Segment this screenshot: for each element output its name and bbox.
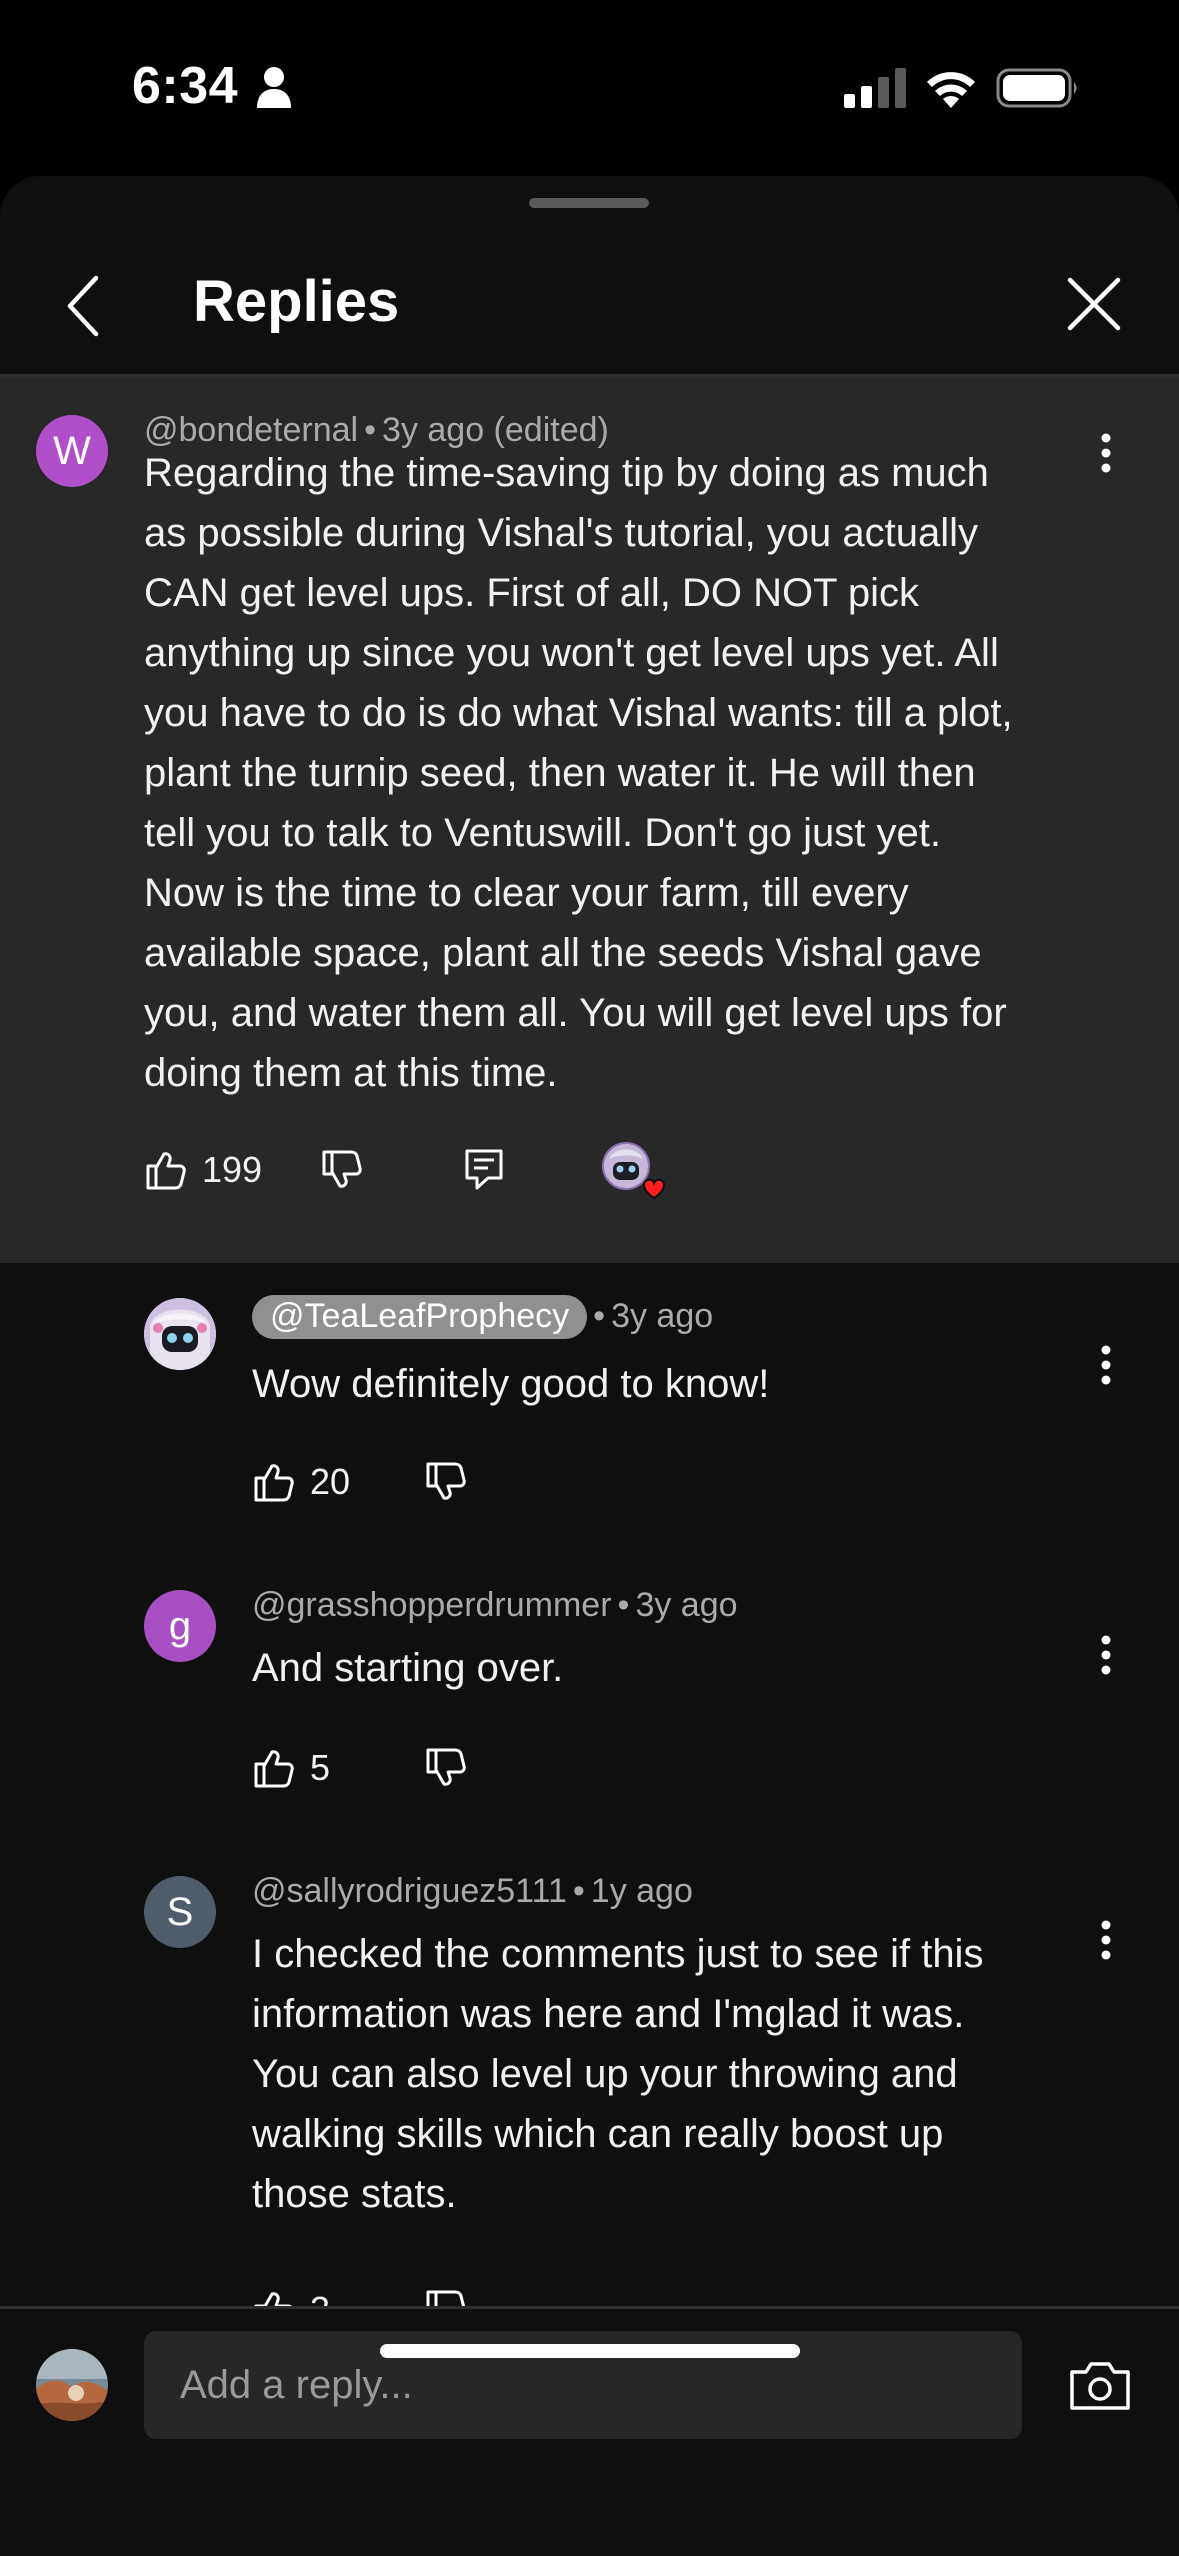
- avatar-letter: S: [166, 1889, 194, 1934]
- text-line: you, and water them all. You will get le…: [144, 991, 1007, 1035]
- wifi-icon: [927, 72, 975, 108]
- more-vert-icon: [1101, 1920, 1111, 1960]
- thumb-up-icon: [254, 1750, 294, 1788]
- comment-handle[interactable]: @TeaLeafProphecy: [252, 1295, 588, 1339]
- comment-age: 3y ago: [635, 1586, 738, 1624]
- comment-actions: 199: [144, 1140, 1044, 1200]
- text-line: information was here and I'mglad it was.: [252, 1992, 965, 2036]
- battery-icon: [996, 68, 1077, 108]
- comment-meta: @grasshopperdrummer • 3y ago: [252, 1586, 738, 1624]
- comment-actions: 5: [252, 1738, 552, 1798]
- avatar[interactable]: g: [144, 1590, 216, 1662]
- sheet-grabber[interactable]: [529, 198, 649, 208]
- text-line: I checked the comments just to see if th…: [252, 1932, 984, 1976]
- text-line: those stats.: [252, 2172, 457, 2216]
- avatar[interactable]: [144, 1298, 216, 1370]
- comment-meta: @sallyrodriguez5111 • 1y ago: [252, 1872, 693, 1910]
- status-bar: 6:34: [0, 0, 1179, 176]
- anime-avatar-icon: [144, 1298, 216, 1370]
- camera-button[interactable]: [1064, 2355, 1136, 2415]
- reply-icon: [465, 1149, 503, 1190]
- more-options-button[interactable]: [1086, 1910, 1126, 1970]
- comment-text: Wow definitely good to know!: [252, 1354, 769, 1414]
- text-line: available space, plant all the seeds Vis…: [144, 931, 982, 975]
- more-vert-icon: [1101, 1635, 1111, 1675]
- text-line: walking skills which can really boost up: [252, 2112, 944, 2156]
- page-title: Replies: [193, 269, 400, 334]
- text-line: CAN get level ups. First of all, DO NOT …: [144, 571, 920, 615]
- thumb-down-icon: [322, 1150, 362, 1188]
- text-line: Now is the time to clear your farm, till…: [144, 871, 909, 915]
- replies-sheet: Replies W @bondeternal • 3y ago (edited) R…: [0, 176, 1179, 2556]
- reply-button[interactable]: [454, 1140, 514, 1200]
- comment-actions: 20: [252, 1452, 552, 1512]
- thumb-up-icon: [146, 1152, 186, 1190]
- more-vert-icon: [1101, 433, 1111, 473]
- thumb-down-icon: [426, 1748, 466, 1786]
- text-line: plant the turnip seed, then water it. He…: [144, 751, 976, 795]
- text-line: And starting over.: [252, 1646, 564, 1690]
- signal-icon: [844, 68, 906, 108]
- avatar[interactable]: S: [144, 1876, 216, 1948]
- comment-text: And starting over.: [252, 1638, 563, 1698]
- avatar-letter: g: [168, 1603, 192, 1648]
- like-button[interactable]: 199: [144, 1140, 262, 1200]
- dislike-button[interactable]: [416, 1738, 476, 1798]
- like-count: 5: [310, 1747, 331, 1788]
- close-button[interactable]: [1058, 268, 1130, 340]
- avatar[interactable]: W: [36, 415, 108, 487]
- comment-text: I checked the comments just to see if th…: [252, 1924, 983, 2224]
- more-options-button[interactable]: [1086, 1625, 1126, 1685]
- comment-meta: @TeaLeafProphecy • 3y ago: [252, 1295, 714, 1339]
- dislike-button[interactable]: [416, 1452, 476, 1512]
- like-button[interactable]: 20: [252, 1452, 350, 1512]
- like-count: 199: [202, 1149, 263, 1190]
- like-count: 20: [310, 1461, 351, 1502]
- comment-text: Regarding the time-saving tip by doing a…: [144, 443, 1013, 1103]
- comment-age: 3y ago: [611, 1297, 714, 1335]
- more-vert-icon: [1101, 1345, 1111, 1385]
- comment-age: 1y ago: [590, 1872, 693, 1910]
- avatar-letter: W: [53, 428, 91, 473]
- like-button[interactable]: 5: [252, 1738, 330, 1798]
- profile-photo-icon: [36, 2349, 108, 2421]
- person-icon: [257, 67, 291, 108]
- parent-comment: W @bondeternal • 3y ago (edited) Regarding…: [0, 377, 1179, 1263]
- back-chevron-icon: [67, 275, 99, 337]
- text-line: tell you to talk to Ventuswill. Don't go…: [144, 811, 941, 855]
- camera-icon: [1070, 2362, 1130, 2410]
- home-indicator: [380, 2344, 800, 2358]
- back-button[interactable]: [52, 266, 112, 346]
- text-line: Wow definitely good to know!: [252, 1362, 770, 1406]
- more-options-button[interactable]: [1086, 423, 1126, 483]
- more-options-button[interactable]: [1086, 1335, 1126, 1395]
- text-line: you have to do is do what Vishal wants: …: [144, 691, 1013, 735]
- text-line: Regarding the time-saving tip by doing a…: [144, 451, 989, 495]
- close-icon: [1067, 277, 1121, 331]
- text-line: anything up since you won't get level up…: [144, 631, 999, 675]
- comment-handle[interactable]: @grasshopperdrummer: [252, 1586, 612, 1624]
- status-time: 6:34: [132, 57, 239, 115]
- dislike-button[interactable]: [312, 1140, 372, 1200]
- text-line: You can also level up your throwing and: [252, 2052, 958, 2096]
- my-avatar[interactable]: [36, 2349, 108, 2421]
- comment-handle[interactable]: @sallyrodriguez5111: [252, 1872, 567, 1910]
- thumb-up-icon: [254, 1464, 294, 1502]
- text-line: doing them at this time.: [144, 1051, 558, 1095]
- text-line: as possible during Vishal's tutorial, yo…: [144, 511, 979, 555]
- creator-heart: [600, 1140, 670, 1204]
- thumb-down-icon: [426, 1462, 466, 1500]
- creator-heart-icon: [602, 1142, 666, 1200]
